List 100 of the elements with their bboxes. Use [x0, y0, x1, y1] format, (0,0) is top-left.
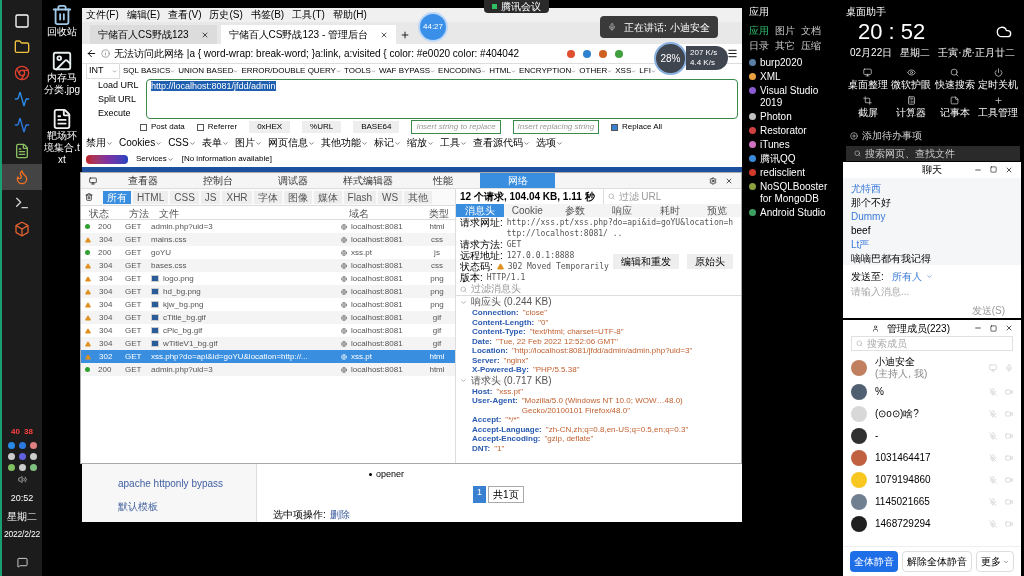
filter-button[interactable]: XHR	[222, 190, 252, 204]
hackbar-menu[interactable]: SQL BASICS	[123, 65, 176, 77]
request-row[interactable]: 304 GET cTitle_bg.gif localhost:8081 gif	[81, 311, 455, 324]
hackbar-menu[interactable]: UNION BASED	[178, 65, 239, 77]
detail-tab[interactable]: 响应	[598, 204, 646, 217]
filter-button[interactable]: 图像	[283, 190, 312, 204]
detail-tab[interactable]: 参数	[551, 204, 599, 217]
menu-item[interactable]: 查看(V)	[168, 9, 202, 21]
toolbar-menu[interactable]: 网页信息	[267, 137, 315, 149]
toolbar-menu[interactable]: CSS	[168, 137, 196, 149]
sidebar-link[interactable]: apache httponly bypass	[118, 476, 256, 491]
encoder-button[interactable]: BASE64	[353, 121, 400, 133]
address-bar[interactable]: 无法访问此网络 |a { word-wrap: break-word; }a:link, a:visited { color: #e0020 color: #404042	[114, 46, 519, 61]
filter-button[interactable]: WS	[378, 190, 403, 204]
toolbar-menu[interactable]: Cookies	[119, 137, 163, 149]
launcher-app[interactable]: redisclient	[749, 167, 837, 179]
launcher-app[interactable]: NoSQLBooster for MongoDB	[749, 181, 837, 205]
hackbar-menu[interactable]: OTHER	[579, 65, 613, 77]
launcher-app[interactable]: 腾讯QQ	[749, 153, 837, 165]
tool-label[interactable]: 微软护眼	[891, 77, 932, 92]
launcher-app[interactable]: Android Studio	[749, 207, 837, 219]
menu-item[interactable]: 历史(S)	[209, 9, 243, 21]
toolbar-menu[interactable]: 表单	[201, 137, 229, 149]
devtools-tab[interactable]: 查看器	[105, 173, 180, 188]
recipient-select[interactable]: 所有人	[891, 269, 933, 284]
launcher-tab[interactable]: 日录	[749, 38, 769, 53]
request-row[interactable]: 304 GET kjw_bg.png localhost:8081 png	[81, 298, 455, 311]
devtools-tab[interactable]: 控制台	[180, 173, 255, 188]
hackbar-menu[interactable]: HTML	[489, 65, 516, 77]
toolbar-menu[interactable]: 禁用	[86, 137, 113, 149]
action-button[interactable]: 解除全体静音	[902, 551, 972, 572]
menu-item[interactable]: 帮助(H)	[332, 9, 367, 21]
detail-tab[interactable]: Cookie	[503, 204, 551, 217]
action-button[interactable]: 编辑和重发	[613, 253, 679, 269]
search-field[interactable]: 搜索网页、查找文件	[846, 146, 1020, 161]
request-row[interactable]: 304 GET mains.css localhost:8081 css	[81, 233, 455, 246]
launcher-tab[interactable]: 应用	[749, 23, 769, 38]
mode-select[interactable]: INT	[86, 63, 120, 79]
launcher-tab[interactable]: 文档	[801, 23, 821, 38]
launcher-tab[interactable]: 图片	[775, 23, 795, 38]
detail-tab[interactable]: 耗时	[646, 204, 694, 217]
request-row[interactable]: 304 GET cPic_bg.gif localhost:8081 gif	[81, 324, 455, 337]
hackbar-menu[interactable]: LFI	[639, 65, 656, 77]
filter-button[interactable]: CSS	[170, 190, 199, 204]
browser-tab[interactable]: 宁储百人CS野战123	[90, 25, 217, 44]
filter-button[interactable]: 字体	[253, 190, 282, 204]
launcher-tab[interactable]: 其它	[775, 38, 795, 53]
tool-label[interactable]: 快速搜索	[934, 77, 975, 92]
column-header[interactable]: 域名	[341, 206, 421, 221]
toolbar-menu[interactable]: 工具	[439, 137, 467, 149]
launcher-app[interactable]: iTunes	[749, 139, 837, 151]
toolbar-menu[interactable]: 标记	[373, 137, 401, 149]
menu-item[interactable]: 工具(T)	[292, 9, 325, 21]
menu-item[interactable]: 文件(F)	[86, 9, 119, 21]
hackbar-menu[interactable]: ERROR/DOUBLE QUERY	[241, 65, 341, 77]
request-row[interactable]: 200 GET goYU xss.pt js	[81, 246, 455, 259]
encoder-button[interactable]: 0xHEX	[249, 121, 291, 133]
services-menu[interactable]: Services	[136, 153, 174, 165]
launcher-app[interactable]: Photon	[749, 111, 837, 123]
hackbar-menu[interactable]: ENCRYPTION	[518, 65, 577, 77]
filter-button[interactable]: 媒体	[313, 190, 342, 204]
filter-button[interactable]: 其他	[404, 190, 433, 204]
action-button[interactable]: 更多	[976, 551, 1014, 572]
request-row[interactable]: 200 GET admin.php?uid=3 localhost:8081 html	[81, 363, 455, 376]
tool-label[interactable]: 定时关机	[978, 77, 1019, 92]
tool-label[interactable]: 截屏	[857, 105, 878, 120]
tool-label[interactable]: 桌面整理	[847, 77, 888, 92]
column-header[interactable]: 状态	[81, 206, 121, 221]
launcher-tab[interactable]: 压缩	[801, 38, 821, 53]
devtools-tab[interactable]: 性能	[405, 173, 480, 188]
toolbar-menu[interactable]: 图片	[234, 137, 262, 149]
hackbar-action[interactable]: Split URL	[86, 93, 142, 105]
meeting-pill[interactable]: 腾讯会议	[484, 0, 549, 13]
sidebar-link[interactable]: 默认模板	[118, 499, 256, 514]
request-row[interactable]: 304 GET wTitleV1_bg.gif localhost:8081 gif	[81, 337, 455, 350]
request-row[interactable]: 304 GET logo.png localhost:8081 png	[81, 272, 455, 285]
launcher-app[interactable]: Visual Studio 2019	[749, 85, 837, 109]
filter-button[interactable]: JS	[200, 190, 221, 204]
url-field[interactable]: http://localhost:8081/jfdd/admin	[146, 79, 738, 119]
hackbar-menu[interactable]: XSS	[615, 65, 637, 77]
tool-label[interactable]: 工具管理	[978, 105, 1019, 120]
action-button[interactable]: 原始头	[687, 253, 733, 269]
column-header[interactable]: 文件	[151, 206, 341, 221]
hackbar-menu[interactable]: TOOLS	[343, 65, 376, 77]
browser-tab[interactable]: 宁储百人CS野战123 - 管理后台	[220, 25, 397, 44]
column-header[interactable]: 方法	[121, 206, 151, 221]
launcher-app[interactable]: XML	[749, 71, 837, 83]
action-button[interactable]: 全体静音	[850, 551, 898, 572]
devtools-tab[interactable]: 样式编辑器	[330, 173, 405, 188]
delete-link[interactable]: 删除	[329, 506, 350, 522]
filter-button[interactable]: Flash	[343, 190, 377, 204]
filter-button[interactable]: HTML	[133, 190, 169, 204]
request-row[interactable]: 304 GET bases.css localhost:8081 css	[81, 259, 455, 272]
request-row[interactable]: 200 GET admin.php?uid=3 localhost:8081 html	[81, 220, 455, 233]
menu-item[interactable]: 书签(B)	[250, 9, 285, 21]
request-row[interactable]: 304 GET hd_bg.png localhost:8081 png	[81, 285, 455, 298]
launcher-app[interactable]: burp2020	[749, 57, 837, 69]
menu-item[interactable]: 编辑(E)	[126, 9, 161, 21]
tool-label[interactable]: 计算器	[896, 105, 927, 120]
toolbar-menu[interactable]: 其他功能	[320, 137, 368, 149]
